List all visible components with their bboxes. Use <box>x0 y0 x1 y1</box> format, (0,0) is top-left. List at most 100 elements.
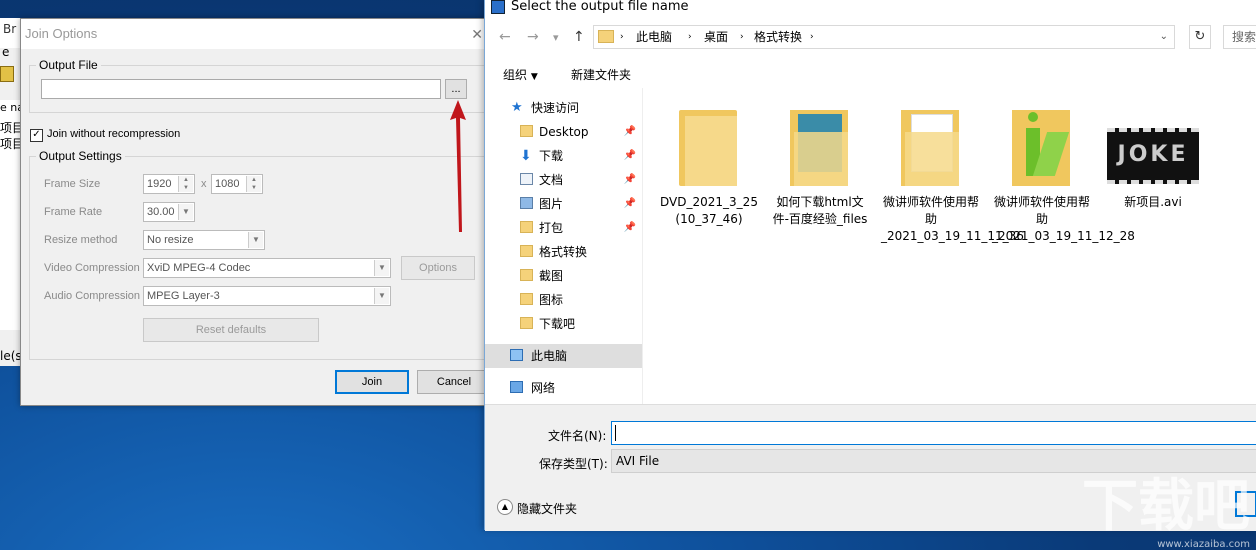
folder-icon <box>520 269 533 281</box>
nav-item-label: 格式转换 <box>539 245 588 259</box>
folder-icon <box>520 245 533 257</box>
chevron-down-icon[interactable]: ▼ <box>374 288 389 304</box>
forward-arrow-icon[interactable]: → <box>527 29 539 45</box>
options-button[interactable]: Options <box>401 256 475 280</box>
pin-icon[interactable]: 📌 <box>624 120 636 144</box>
pictures-icon <box>520 197 533 209</box>
text-caret <box>615 425 616 441</box>
resize-method-select[interactable]: No resize ▼ <box>143 230 265 250</box>
list-item[interactable]: JOKE 新项目.avi <box>1103 102 1203 211</box>
nav-item-downloads[interactable]: ⬇ 下载 📌 <box>485 144 642 168</box>
network-icon <box>510 381 523 393</box>
frame-rate-select[interactable]: 30.00 ▼ <box>143 202 195 222</box>
frame-width-spinner[interactable]: 1920 ▲ ▼ <box>143 174 195 194</box>
list-item[interactable]: 微讲师软件使用帮助_2021_03_19_11_12_28 <box>992 102 1135 245</box>
nav-item-pictures[interactable]: 图片 📌 <box>485 192 642 216</box>
join-button[interactable]: Join <box>335 370 409 394</box>
nav-item-label: 此电脑 <box>531 349 568 363</box>
pin-icon[interactable]: 📌 <box>624 168 636 192</box>
list-item[interactable]: 微讲师软件使用帮助_2021_03_19_11_11_36 <box>881 102 1024 245</box>
watermark-logo: 下载吧 <box>1082 474 1250 539</box>
address-bar-row: ← → ▾ ↑ › 此电脑 › 桌面 › 格式转换 › ⌄ ↻ 搜索 <box>485 25 1256 51</box>
chevron-right-icon[interactable]: › <box>740 26 744 48</box>
nav-item-network[interactable]: 网络 <box>485 376 642 400</box>
nav-item-documents[interactable]: 文档 📌 <box>485 168 642 192</box>
chevron-down-icon[interactable]: ▼ <box>374 260 389 276</box>
red-arrow-annotation <box>450 100 466 232</box>
chevron-right-icon[interactable]: › <box>620 26 624 48</box>
output-file-input[interactable] <box>41 79 441 99</box>
folder-icon <box>788 102 852 188</box>
item-name: DVD_2021_3_25 (10_37_46) <box>660 195 758 226</box>
browse-button[interactable]: ... <box>445 79 467 99</box>
audio-compression-value: MPEG Layer-3 <box>147 290 220 302</box>
nav-item-desktop[interactable]: Desktop 📌 <box>485 120 642 144</box>
reset-defaults-button[interactable]: Reset defaults <box>143 318 319 342</box>
breadcrumb-this-pc[interactable]: 此电脑 <box>636 26 672 48</box>
audio-compression-label: Audio Compression <box>44 290 140 302</box>
up-arrow-icon[interactable]: ↑ <box>573 29 585 45</box>
chevron-right-icon[interactable]: › <box>688 26 692 48</box>
navigation-pane: ★ 快速访问 Desktop 📌 ⬇ 下载 📌 文档 📌 图片 📌 打包 📌 格… <box>485 88 643 404</box>
frame-size-separator: x <box>201 178 207 190</box>
video-compression-select[interactable]: XviD MPEG-4 Codec ▼ <box>143 258 391 278</box>
nav-item-quick-access[interactable]: ★ 快速访问 <box>485 96 642 120</box>
chevron-down-icon[interactable]: ⌄ <box>1160 26 1168 48</box>
item-name: 微讲师软件使用帮助_2021_03_19_11_12_28 <box>992 195 1135 243</box>
chevron-down-icon[interactable]: ▼ <box>178 204 193 220</box>
chevron-down-icon[interactable]: ▼ <box>248 232 263 248</box>
pin-icon[interactable]: 📌 <box>624 216 636 240</box>
organize-label: 组织 <box>503 68 528 82</box>
chevron-down-icon: ▼ <box>530 72 538 82</box>
background-app-menu: e <box>2 45 10 59</box>
filetype-label: 保存类型(T): <box>539 457 608 471</box>
nav-item-format-convert[interactable]: 格式转换 <box>485 240 642 264</box>
recent-locations-chevron-icon[interactable]: ▾ <box>553 31 559 44</box>
resize-method-label: Resize method <box>44 234 118 246</box>
item-name: 新项目.avi <box>1124 195 1182 209</box>
nav-item-this-pc[interactable]: 此电脑 <box>485 344 642 368</box>
folder-icon <box>520 221 533 233</box>
address-breadcrumb[interactable]: › 此电脑 › 桌面 › 格式转换 › ⌄ <box>593 25 1175 49</box>
frame-rate-value: 30.00 <box>147 206 175 218</box>
close-icon[interactable]: ✕ <box>471 19 483 49</box>
search-input[interactable]: 搜索 <box>1223 25 1256 49</box>
pin-icon[interactable]: 📌 <box>624 192 636 216</box>
organize-button[interactable]: 组织 ▼ <box>503 66 538 83</box>
list-item[interactable]: DVD_2021_3_25 (10_37_46) <box>659 102 759 228</box>
breadcrumb-format-convert[interactable]: 格式转换 <box>754 26 802 48</box>
spinner-arrows-icon[interactable]: ▲ ▼ <box>178 176 193 192</box>
refresh-icon[interactable] <box>0 66 14 82</box>
file-dialog-title: Select the output file name <box>511 0 689 14</box>
back-arrow-icon[interactable]: ← <box>499 29 511 45</box>
audio-compression-select[interactable]: MPEG Layer-3 ▼ <box>143 286 391 306</box>
nav-item-pack[interactable]: 打包 📌 <box>485 216 642 240</box>
cancel-button[interactable]: Cancel <box>417 370 491 394</box>
pin-icon[interactable]: 📌 <box>624 144 636 168</box>
nav-item-icons[interactable]: 图标 <box>485 288 642 312</box>
command-bar: 组织 ▼ 新建文件夹 <box>485 58 1256 89</box>
nav-item-label: 文档 <box>539 173 564 187</box>
list-item[interactable]: 如何下载html文件-百度经验_files <box>770 102 870 228</box>
nav-item-download-bar[interactable]: 下载吧 <box>485 312 642 336</box>
spinner-arrows-icon[interactable]: ▲ ▼ <box>246 176 261 192</box>
folder-icon <box>520 317 533 329</box>
output-settings-group-label: Output Settings <box>36 149 125 163</box>
refresh-icon[interactable]: ↻ <box>1189 25 1211 49</box>
chevron-up-icon[interactable]: ▲ <box>497 499 513 515</box>
nav-item-label: 图标 <box>539 293 564 307</box>
filename-label: 文件名(N): <box>548 429 607 443</box>
chevron-right-icon[interactable]: › <box>810 26 814 48</box>
filename-input[interactable] <box>611 421 1256 445</box>
join-without-recompression-checkbox[interactable]: ✓ <box>30 129 43 142</box>
new-folder-button[interactable]: 新建文件夹 <box>571 66 631 83</box>
nav-item-label: 下载 <box>539 149 564 163</box>
breadcrumb-desktop[interactable]: 桌面 <box>704 26 728 48</box>
frame-height-spinner[interactable]: 1080 ▲ ▼ <box>211 174 263 194</box>
nav-item-label: 快速访问 <box>531 101 580 115</box>
frame-size-label: Frame Size <box>44 178 101 190</box>
nav-item-screenshot[interactable]: 截图 <box>485 264 642 288</box>
join-dialog-title: Join Options <box>25 26 98 41</box>
item-name: 如何下载html文件-百度经验_files <box>772 195 868 226</box>
hide-folders-toggle[interactable]: 隐藏文件夹 <box>517 500 577 517</box>
